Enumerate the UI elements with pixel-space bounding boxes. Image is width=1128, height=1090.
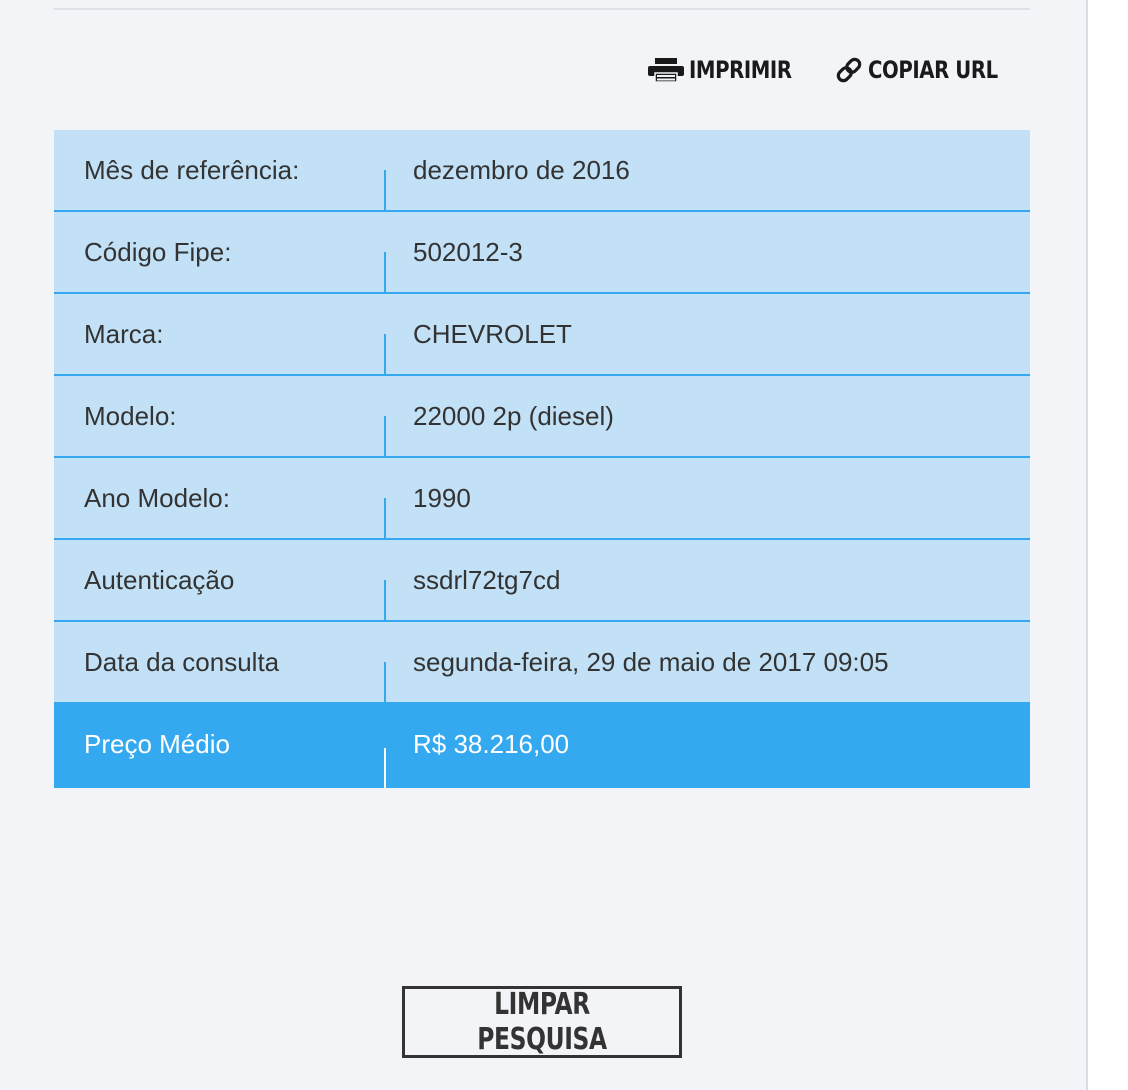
result-table: Mês de referência: dezembro de 2016 Códi…	[54, 130, 1030, 788]
table-row: Marca: CHEVROLET	[54, 294, 1030, 376]
row-value: CHEVROLET	[413, 319, 572, 349]
row-label: Mês de referência:	[84, 155, 300, 185]
table-row: Data da consulta segunda-feira, 29 de ma…	[54, 622, 1030, 704]
row-value: dezembro de 2016	[413, 155, 630, 185]
column-divider	[384, 498, 386, 538]
table-row: Código Fipe: 502012-3	[54, 212, 1030, 294]
column-divider	[384, 662, 386, 702]
top-divider	[54, 8, 1030, 10]
row-label: Código Fipe:	[84, 237, 232, 267]
copy-url-label: COPIAR URL	[867, 56, 998, 84]
copy-url-button[interactable]: COPIAR URL	[834, 52, 1008, 88]
row-label: Autenticação	[84, 565, 235, 595]
printer-icon	[647, 57, 685, 83]
row-label: Modelo:	[84, 401, 177, 431]
row-value: 502012-3	[413, 237, 523, 267]
clear-search-button[interactable]: LIMPAR PESQUISA	[402, 986, 682, 1058]
row-label: Ano Modelo:	[84, 483, 230, 513]
price-row: Preço Médio R$ 38.216,00	[54, 704, 1030, 788]
table-row: Mês de referência: dezembro de 2016	[54, 130, 1030, 212]
column-divider	[384, 170, 386, 210]
row-value: ssdrl72tg7cd	[413, 565, 561, 595]
row-label: Marca:	[84, 319, 164, 349]
row-value: 1990	[413, 483, 471, 513]
price-value: R$ 38.216,00	[413, 729, 570, 759]
row-value: segunda-feira, 29 de maio de 2017 09:05	[413, 647, 889, 677]
column-divider	[384, 334, 386, 374]
table-row: Modelo: 22000 2p (diesel)	[54, 376, 1030, 458]
column-divider	[384, 252, 386, 292]
price-label: Preço Médio	[84, 729, 230, 759]
column-divider	[384, 580, 386, 620]
row-value: 22000 2p (diesel)	[413, 401, 614, 431]
table-row: Autenticação ssdrl72tg7cd	[54, 540, 1030, 622]
result-actions: IMPRIMIR COPIAR URL	[647, 52, 1008, 88]
column-divider	[384, 416, 386, 456]
page: IMPRIMIR COPIAR URL Mês de referência: d…	[0, 0, 1088, 1090]
table-row: Ano Modelo: 1990	[54, 458, 1030, 540]
print-label: IMPRIMIR	[688, 56, 792, 84]
print-button[interactable]: IMPRIMIR	[647, 52, 796, 88]
row-label: Data da consulta	[84, 647, 280, 677]
clear-search-label: LIMPAR PESQUISA	[477, 987, 607, 1057]
column-divider	[384, 748, 386, 788]
link-icon	[834, 55, 864, 85]
